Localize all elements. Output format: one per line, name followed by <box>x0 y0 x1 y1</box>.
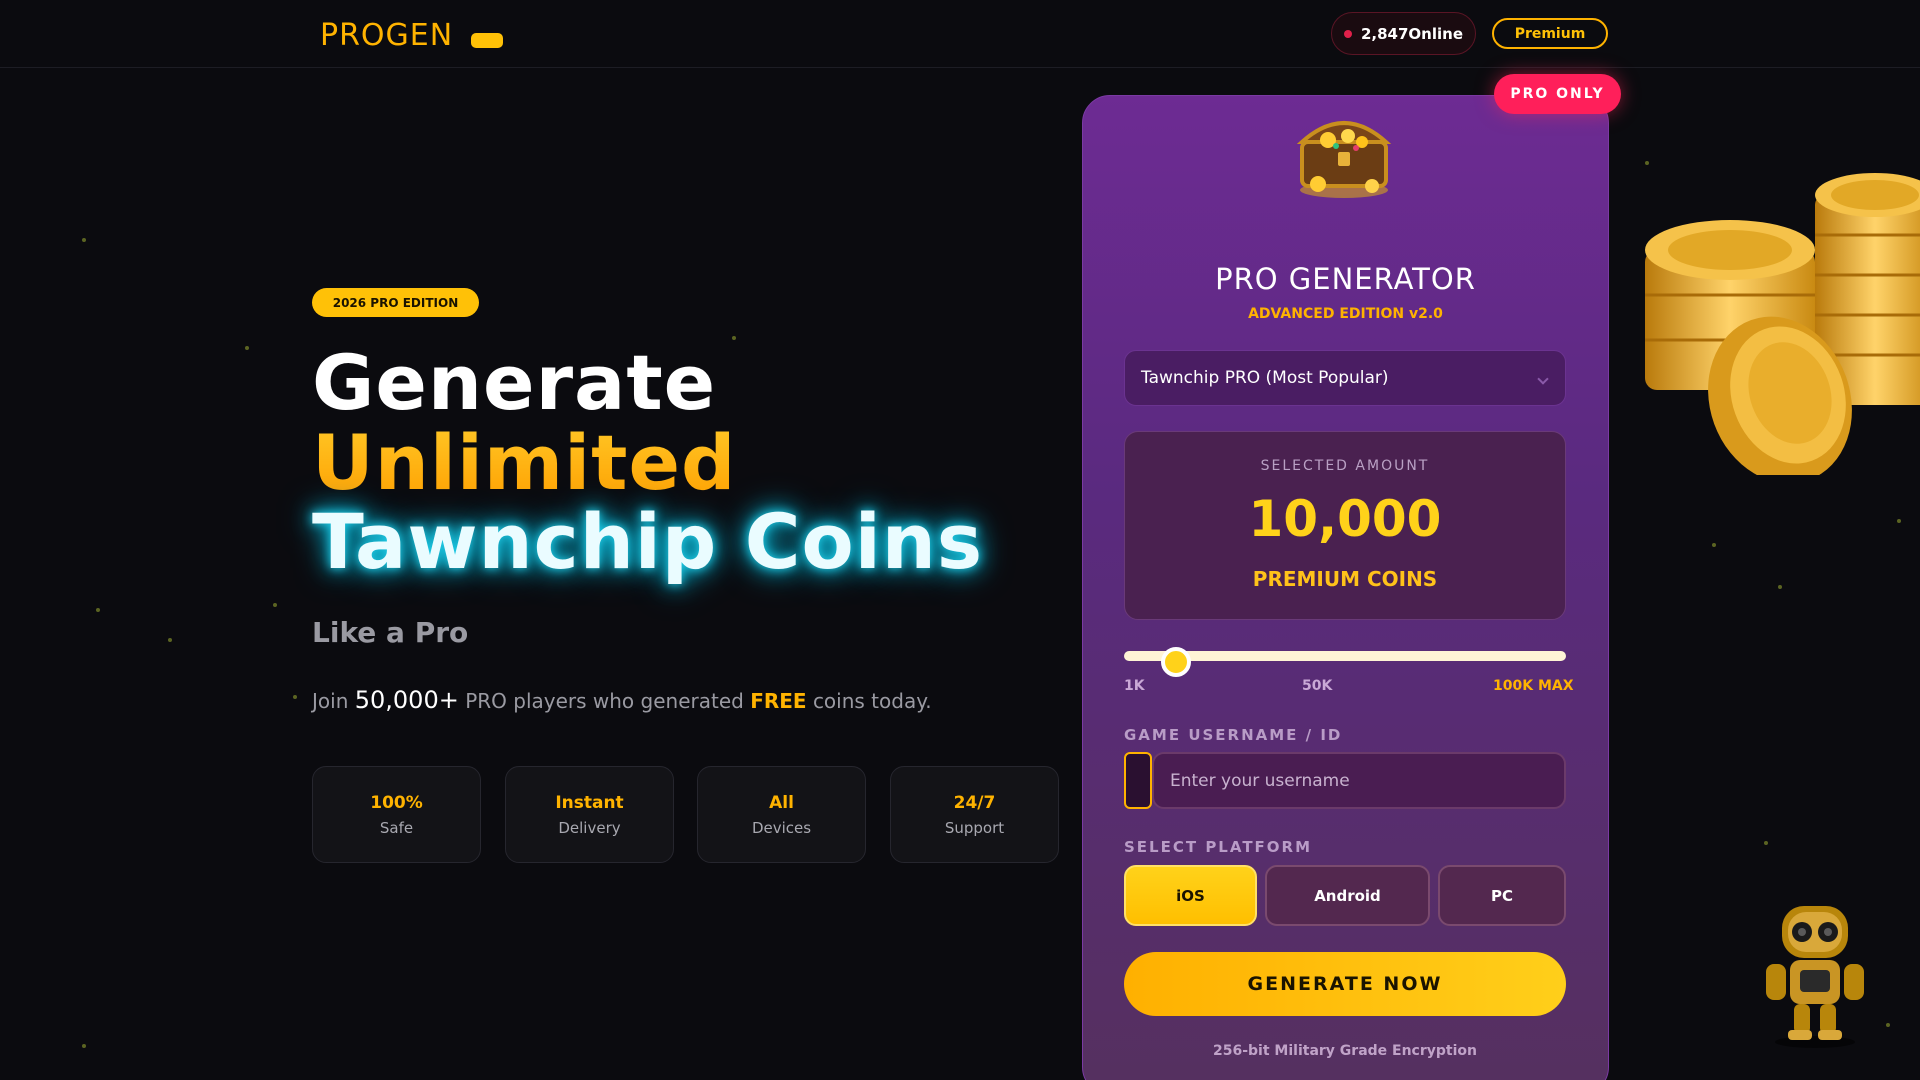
coin-stack-icon <box>1645 173 1920 475</box>
encryption-note: 256-bit Military Grade Encryption <box>1213 1043 1477 1059</box>
generate-button[interactable]: GENERATE NOW <box>1124 952 1566 1016</box>
join-free: FREE <box>750 689 807 713</box>
join-text: Join 50,000+ PRO players who generated F… <box>312 686 932 714</box>
amount-slider-thumb[interactable] <box>1161 647 1191 677</box>
feature-value: 24/7 <box>953 792 996 813</box>
feature-value: All <box>769 792 794 813</box>
feature-label: Safe <box>379 818 414 837</box>
package-select-value: Tawnchip PRO (Most Popular) <box>1141 368 1389 388</box>
slider-mid-label: 50K <box>1302 678 1333 694</box>
username-prefix-tag <box>1124 752 1152 809</box>
pro-only-badge: PRO ONLY <box>1494 74 1621 114</box>
robot-icon <box>1766 906 1864 1048</box>
generator-subtitle: ADVANCED EDITION v2.0 <box>1248 306 1443 322</box>
treasure-chest-icon <box>1296 121 1392 198</box>
premium-button[interactable]: Premium <box>1492 18 1608 49</box>
hero-title-line3: Tawnchip Coins <box>312 497 984 586</box>
top-bar: PROGEN 2,847Online Premium <box>0 0 1920 68</box>
hero-tagline: Like a Pro <box>312 616 469 649</box>
feature-label: Devices <box>751 818 812 837</box>
feature-label: Support <box>944 818 1005 837</box>
logo[interactable]: PROGEN <box>320 18 453 53</box>
platform-label: SELECT PLATFORM <box>1124 838 1313 856</box>
slider-min-label: 1K <box>1124 678 1145 694</box>
amount-label: SELECTED AMOUNT <box>1260 458 1430 474</box>
join-middle: PRO players who generated <box>465 689 744 713</box>
username-input[interactable] <box>1152 752 1566 809</box>
feature-card-devices: All Devices <box>697 766 866 863</box>
username-field <box>1124 752 1566 809</box>
feature-value: 100% <box>370 792 423 813</box>
amount-value: 10,000 <box>1248 490 1442 548</box>
online-dot-icon <box>1343 29 1352 38</box>
join-prefix: Join <box>312 689 349 713</box>
feature-value: Instant <box>555 792 624 813</box>
join-suffix: coins today. <box>812 689 932 713</box>
hero-title-line1: Generate <box>312 338 717 427</box>
edition-badge: 2026 PRO EDITION <box>312 288 479 317</box>
username-label: GAME USERNAME / ID <box>1124 726 1343 744</box>
platform-android-button[interactable]: Android <box>1265 865 1430 926</box>
feature-card-delivery: Instant Delivery <box>505 766 674 863</box>
online-counter: 2,847Online <box>1331 12 1476 55</box>
feature-label: Delivery <box>558 818 621 837</box>
slider-max-label: 100K MAX <box>1493 678 1574 694</box>
logo-pill-icon <box>471 33 503 48</box>
platform-ios-button[interactable]: iOS <box>1124 865 1257 926</box>
feature-card-safe: 100% Safe <box>312 766 481 863</box>
feature-card-support: 24/7 Support <box>890 766 1059 863</box>
amount-unit: PREMIUM COINS <box>1252 567 1438 591</box>
hero-title-line2: Unlimited <box>312 418 737 507</box>
package-select[interactable]: Tawnchip PRO (Most Popular) <box>1124 350 1566 406</box>
platform-pc-button[interactable]: PC <box>1438 865 1566 926</box>
chevron-down-icon <box>1537 373 1549 385</box>
generator-title: PRO GENERATOR <box>1215 262 1476 296</box>
online-count: 2,847Online <box>1360 24 1463 43</box>
join-count: 50,000+ <box>354 686 459 714</box>
